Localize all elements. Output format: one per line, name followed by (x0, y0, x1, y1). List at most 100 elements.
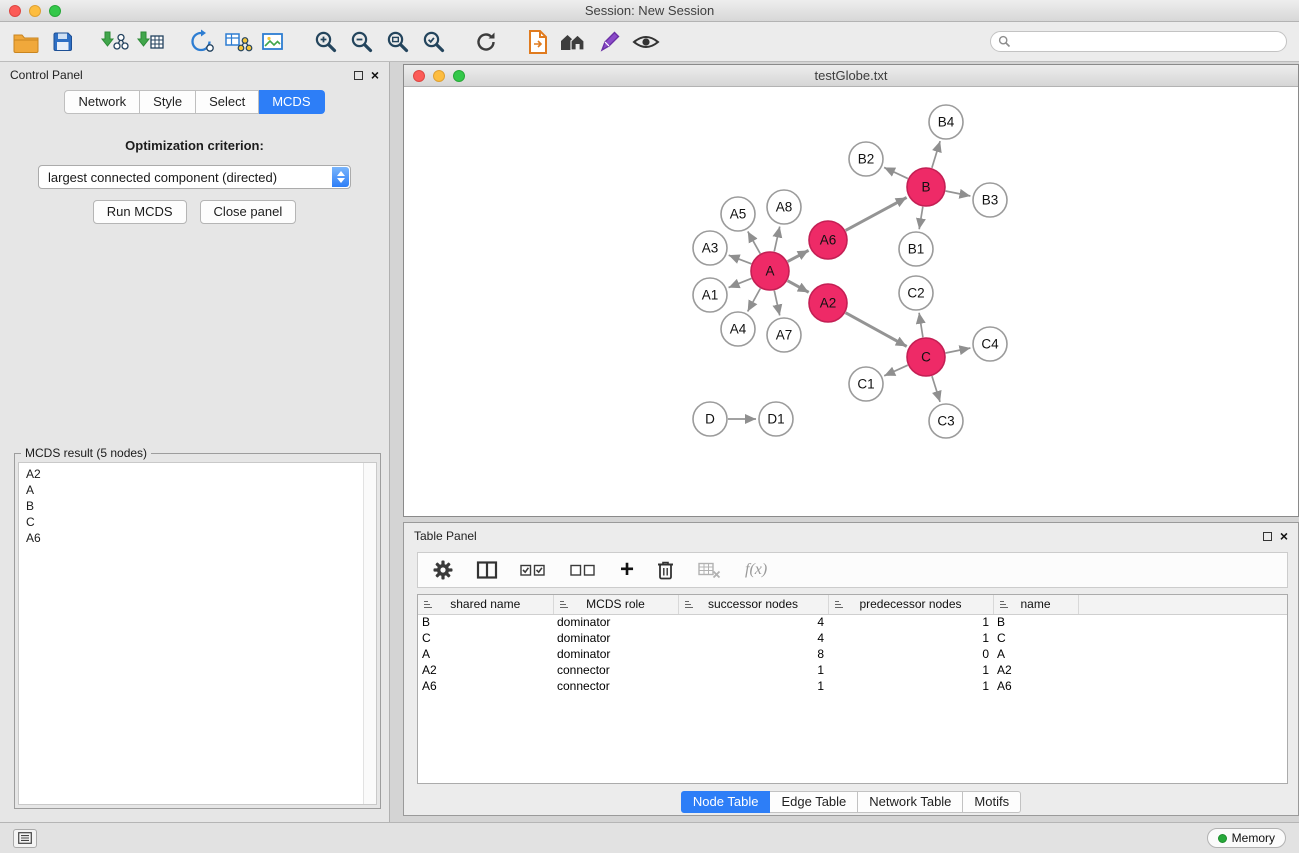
node-A4[interactable]: A4 (721, 312, 755, 346)
optimization-criterion-dropdown[interactable]: largest connected component (directed) (38, 165, 351, 189)
result-item[interactable]: A2 (26, 466, 363, 482)
node-B2[interactable]: B2 (849, 142, 883, 176)
apply-style-icon[interactable] (592, 26, 628, 58)
tab-style[interactable]: Style (140, 90, 196, 114)
node-B4[interactable]: B4 (929, 105, 963, 139)
node-B1[interactable]: B1 (899, 232, 933, 266)
search-input[interactable] (1011, 35, 1279, 49)
node-A1[interactable]: A1 (693, 278, 727, 312)
edge-C-C3[interactable] (932, 376, 940, 402)
close-table-panel-icon[interactable]: × (1280, 531, 1288, 541)
result-item[interactable]: C (26, 514, 363, 530)
node-A5[interactable]: A5 (721, 197, 755, 231)
edge-B-B2[interactable] (884, 167, 908, 178)
search-field[interactable] (990, 31, 1287, 52)
edge-A-A2[interactable] (788, 281, 809, 293)
network-table-icon[interactable] (220, 26, 256, 58)
gear-icon[interactable] (432, 559, 454, 581)
result-item[interactable]: B (26, 498, 363, 514)
node-A7[interactable]: A7 (767, 318, 801, 352)
node-A6[interactable]: A6 (809, 221, 847, 259)
float-table-panel-icon[interactable] (1263, 532, 1272, 541)
export-image-icon[interactable] (256, 26, 292, 58)
node-D1[interactable]: D1 (759, 402, 793, 436)
edge-A-A6[interactable] (788, 250, 809, 261)
refresh-icon[interactable] (468, 26, 504, 58)
node-A2[interactable]: A2 (809, 284, 847, 322)
table-row[interactable]: A6connector11A6 (418, 678, 1287, 694)
delete-table-icon[interactable] (697, 560, 723, 580)
node-A[interactable]: A (751, 252, 789, 290)
node-B3[interactable]: B3 (973, 183, 1007, 217)
table-row[interactable]: Cdominator41C (418, 630, 1287, 646)
node-A3[interactable]: A3 (693, 231, 727, 265)
edge-B-B1[interactable] (919, 207, 923, 230)
zoom-in-icon[interactable] (308, 26, 344, 58)
node-A8[interactable]: A8 (767, 190, 801, 224)
column-header[interactable]: successor nodes (678, 595, 828, 614)
close-window-button[interactable] (9, 5, 21, 17)
edge-B-B4[interactable] (932, 141, 940, 168)
export-document-icon[interactable] (520, 26, 556, 58)
edge-A-A7[interactable] (774, 291, 779, 316)
close-panel-icon[interactable]: × (371, 70, 379, 80)
network-canvas[interactable]: B4B2BB3A8A5A6B1A3AC2A1A2A4A7C4CC1C3DD1 (404, 87, 1298, 516)
node-C2[interactable]: C2 (899, 276, 933, 310)
edge-C-C4[interactable] (946, 348, 971, 353)
tab-motifs[interactable]: Motifs (963, 791, 1021, 813)
run-mcds-button[interactable]: Run MCDS (93, 200, 187, 224)
edge-A-A8[interactable] (774, 227, 779, 252)
tab-node-table[interactable]: Node Table (681, 791, 771, 813)
column-header[interactable]: MCDS role (553, 595, 678, 614)
edge-B-B3[interactable] (946, 191, 971, 196)
node-B[interactable]: B (907, 168, 945, 206)
function-builder-icon[interactable]: f(x) (745, 561, 767, 579)
tab-network-table[interactable]: Network Table (858, 791, 963, 813)
tab-mcds[interactable]: MCDS (259, 90, 324, 114)
network-close-button[interactable] (413, 70, 425, 82)
network-graph[interactable]: B4B2BB3A8A5A6B1A3AC2A1A2A4A7C4CC1C3DD1 (404, 87, 1298, 515)
eye-icon[interactable] (628, 26, 664, 58)
edge-A-A4[interactable] (748, 289, 761, 312)
result-scrollbar[interactable] (363, 463, 376, 804)
node-C1[interactable]: C1 (849, 367, 883, 401)
column-header[interactable]: name (993, 595, 1078, 614)
edge-C-C2[interactable] (919, 313, 923, 337)
network-minimize-button[interactable] (433, 70, 445, 82)
task-history-button[interactable] (13, 829, 37, 848)
column-header[interactable]: shared name (418, 595, 553, 614)
zoom-out-icon[interactable] (344, 26, 380, 58)
close-panel-button[interactable]: Close panel (200, 200, 297, 224)
network-zoom-button[interactable] (453, 70, 465, 82)
reload-network-icon[interactable] (184, 26, 220, 58)
tab-network[interactable]: Network (64, 90, 140, 114)
open-folder-icon[interactable] (8, 26, 44, 58)
zoom-window-button[interactable] (49, 5, 61, 17)
minimize-window-button[interactable] (29, 5, 41, 17)
result-item[interactable]: A (26, 482, 363, 498)
float-panel-icon[interactable] (354, 71, 363, 80)
node-C3[interactable]: C3 (929, 404, 963, 438)
home-networks-icon[interactable] (556, 26, 592, 58)
table-row[interactable]: A2connector11A2 (418, 662, 1287, 678)
table-row[interactable]: Adominator80A (418, 646, 1287, 662)
edge-A2-C[interactable] (846, 313, 907, 347)
result-item[interactable]: A6 (26, 530, 363, 546)
node-D[interactable]: D (693, 402, 727, 436)
zoom-selected-icon[interactable] (416, 26, 452, 58)
deselect-all-icon[interactable] (570, 561, 598, 579)
node-C4[interactable]: C4 (973, 327, 1007, 361)
edge-A6-B[interactable] (846, 197, 907, 230)
edge-A-A5[interactable] (748, 231, 760, 253)
edge-A-A1[interactable] (729, 278, 752, 287)
edge-C-C1[interactable] (884, 365, 908, 376)
edge-A-A3[interactable] (729, 255, 752, 264)
table-row[interactable]: Bdominator41B (418, 614, 1287, 630)
panel-divider[interactable] (390, 62, 403, 822)
column-header[interactable]: predecessor nodes (828, 595, 993, 614)
select-all-icon[interactable] (520, 561, 548, 579)
import-network-icon[interactable] (96, 26, 132, 58)
tab-select[interactable]: Select (196, 90, 259, 114)
add-column-icon[interactable]: + (620, 560, 634, 580)
memory-button[interactable]: Memory (1207, 828, 1286, 848)
